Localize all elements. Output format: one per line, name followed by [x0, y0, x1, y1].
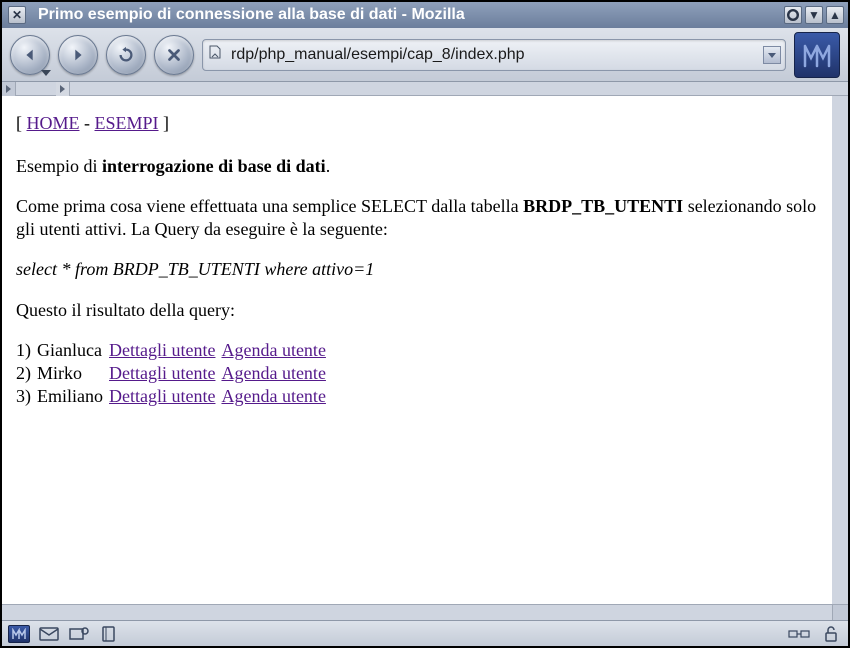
text: Come prima cosa viene effettuata una sem… — [16, 196, 523, 216]
result-intro: Questo il risultato della query: — [16, 299, 818, 322]
sql-query: select * from BRDP_TB_UTENTI where attiv… — [16, 258, 818, 281]
mozilla-throbber-icon[interactable] — [794, 32, 840, 78]
breadcrumb: [ HOME - ESEMPI ] — [16, 112, 818, 135]
link-esempi[interactable]: ESEMPI — [95, 113, 159, 133]
security-unlock-icon[interactable] — [820, 625, 842, 643]
text-bold: BRDP_TB_UTENTI — [523, 196, 683, 216]
back-history-dropdown-icon[interactable] — [41, 70, 51, 76]
url-input[interactable] — [229, 45, 757, 65]
breadcrumb-sep: - — [80, 113, 95, 133]
table-row: 2) Mirko Dettagli utente Agenda utente — [16, 362, 332, 385]
row-name: Gianluca — [37, 339, 109, 362]
window-restore-button[interactable]: ▲ — [826, 6, 844, 24]
offline-icon[interactable] — [788, 625, 810, 643]
text-bold: interrogazione di base di dati — [102, 156, 326, 176]
personal-toolbar — [2, 82, 848, 96]
mozilla-window: ✕ Primo esempio di connessione alla base… — [0, 0, 850, 648]
bracket-close: ] — [159, 113, 170, 133]
link-agenda[interactable]: Agenda utente — [221, 386, 325, 406]
page-content: [ HOME - ESEMPI ] Esempio di interrogazi… — [2, 96, 848, 604]
text: Esempio di — [16, 156, 102, 176]
window-close-button[interactable]: ✕ — [8, 6, 26, 24]
reload-button[interactable] — [106, 35, 146, 75]
back-button[interactable] — [10, 35, 50, 75]
description-line: Come prima cosa viene effettuata una sem… — [16, 195, 818, 240]
table-row: 1) Gianluca Dettagli utente Agenda utent… — [16, 339, 332, 362]
text: . — [326, 156, 331, 176]
row-index: 3) — [16, 385, 37, 408]
horizontal-scrollbar[interactable] — [2, 604, 848, 620]
row-name: Emiliano — [37, 385, 109, 408]
link-home[interactable]: HOME — [27, 113, 80, 133]
scrollbar-corner — [832, 605, 848, 621]
link-dettagli[interactable]: Dettagli utente — [109, 386, 215, 406]
row-name: Mirko — [37, 362, 109, 385]
bracket-open: [ — [16, 113, 27, 133]
table-row: 3) Emiliano Dettagli utente Agenda utent… — [16, 385, 332, 408]
window-minimize-button[interactable] — [784, 6, 802, 24]
results-table: 1) Gianluca Dettagli utente Agenda utent… — [16, 339, 332, 408]
titlebar: ✕ Primo esempio di connessione alla base… — [2, 2, 848, 28]
window-title: Primo esempio di connessione alla base d… — [34, 6, 781, 24]
row-index: 1) — [16, 339, 37, 362]
toolbar-grippy[interactable] — [2, 82, 16, 96]
stop-button[interactable] — [154, 35, 194, 75]
navigator-component-icon[interactable] — [8, 625, 30, 643]
toolbar-grippy[interactable] — [56, 82, 70, 96]
navigation-toolbar — [2, 28, 848, 82]
forward-button[interactable] — [58, 35, 98, 75]
url-bar[interactable] — [202, 39, 786, 71]
url-dropdown-button[interactable] — [763, 46, 781, 64]
row-index: 2) — [16, 362, 37, 385]
link-dettagli[interactable]: Dettagli utente — [109, 340, 215, 360]
composer-icon[interactable] — [68, 625, 90, 643]
statusbar — [2, 620, 848, 646]
mail-icon[interactable] — [38, 625, 60, 643]
bookmark-icon — [207, 45, 223, 64]
link-agenda[interactable]: Agenda utente — [221, 363, 325, 383]
link-agenda[interactable]: Agenda utente — [221, 340, 325, 360]
intro-line: Esempio di interrogazione di base di dat… — [16, 155, 818, 178]
addressbook-icon[interactable] — [98, 625, 120, 643]
link-dettagli[interactable]: Dettagli utente — [109, 363, 215, 383]
window-maximize-button[interactable]: ▼ — [805, 6, 823, 24]
